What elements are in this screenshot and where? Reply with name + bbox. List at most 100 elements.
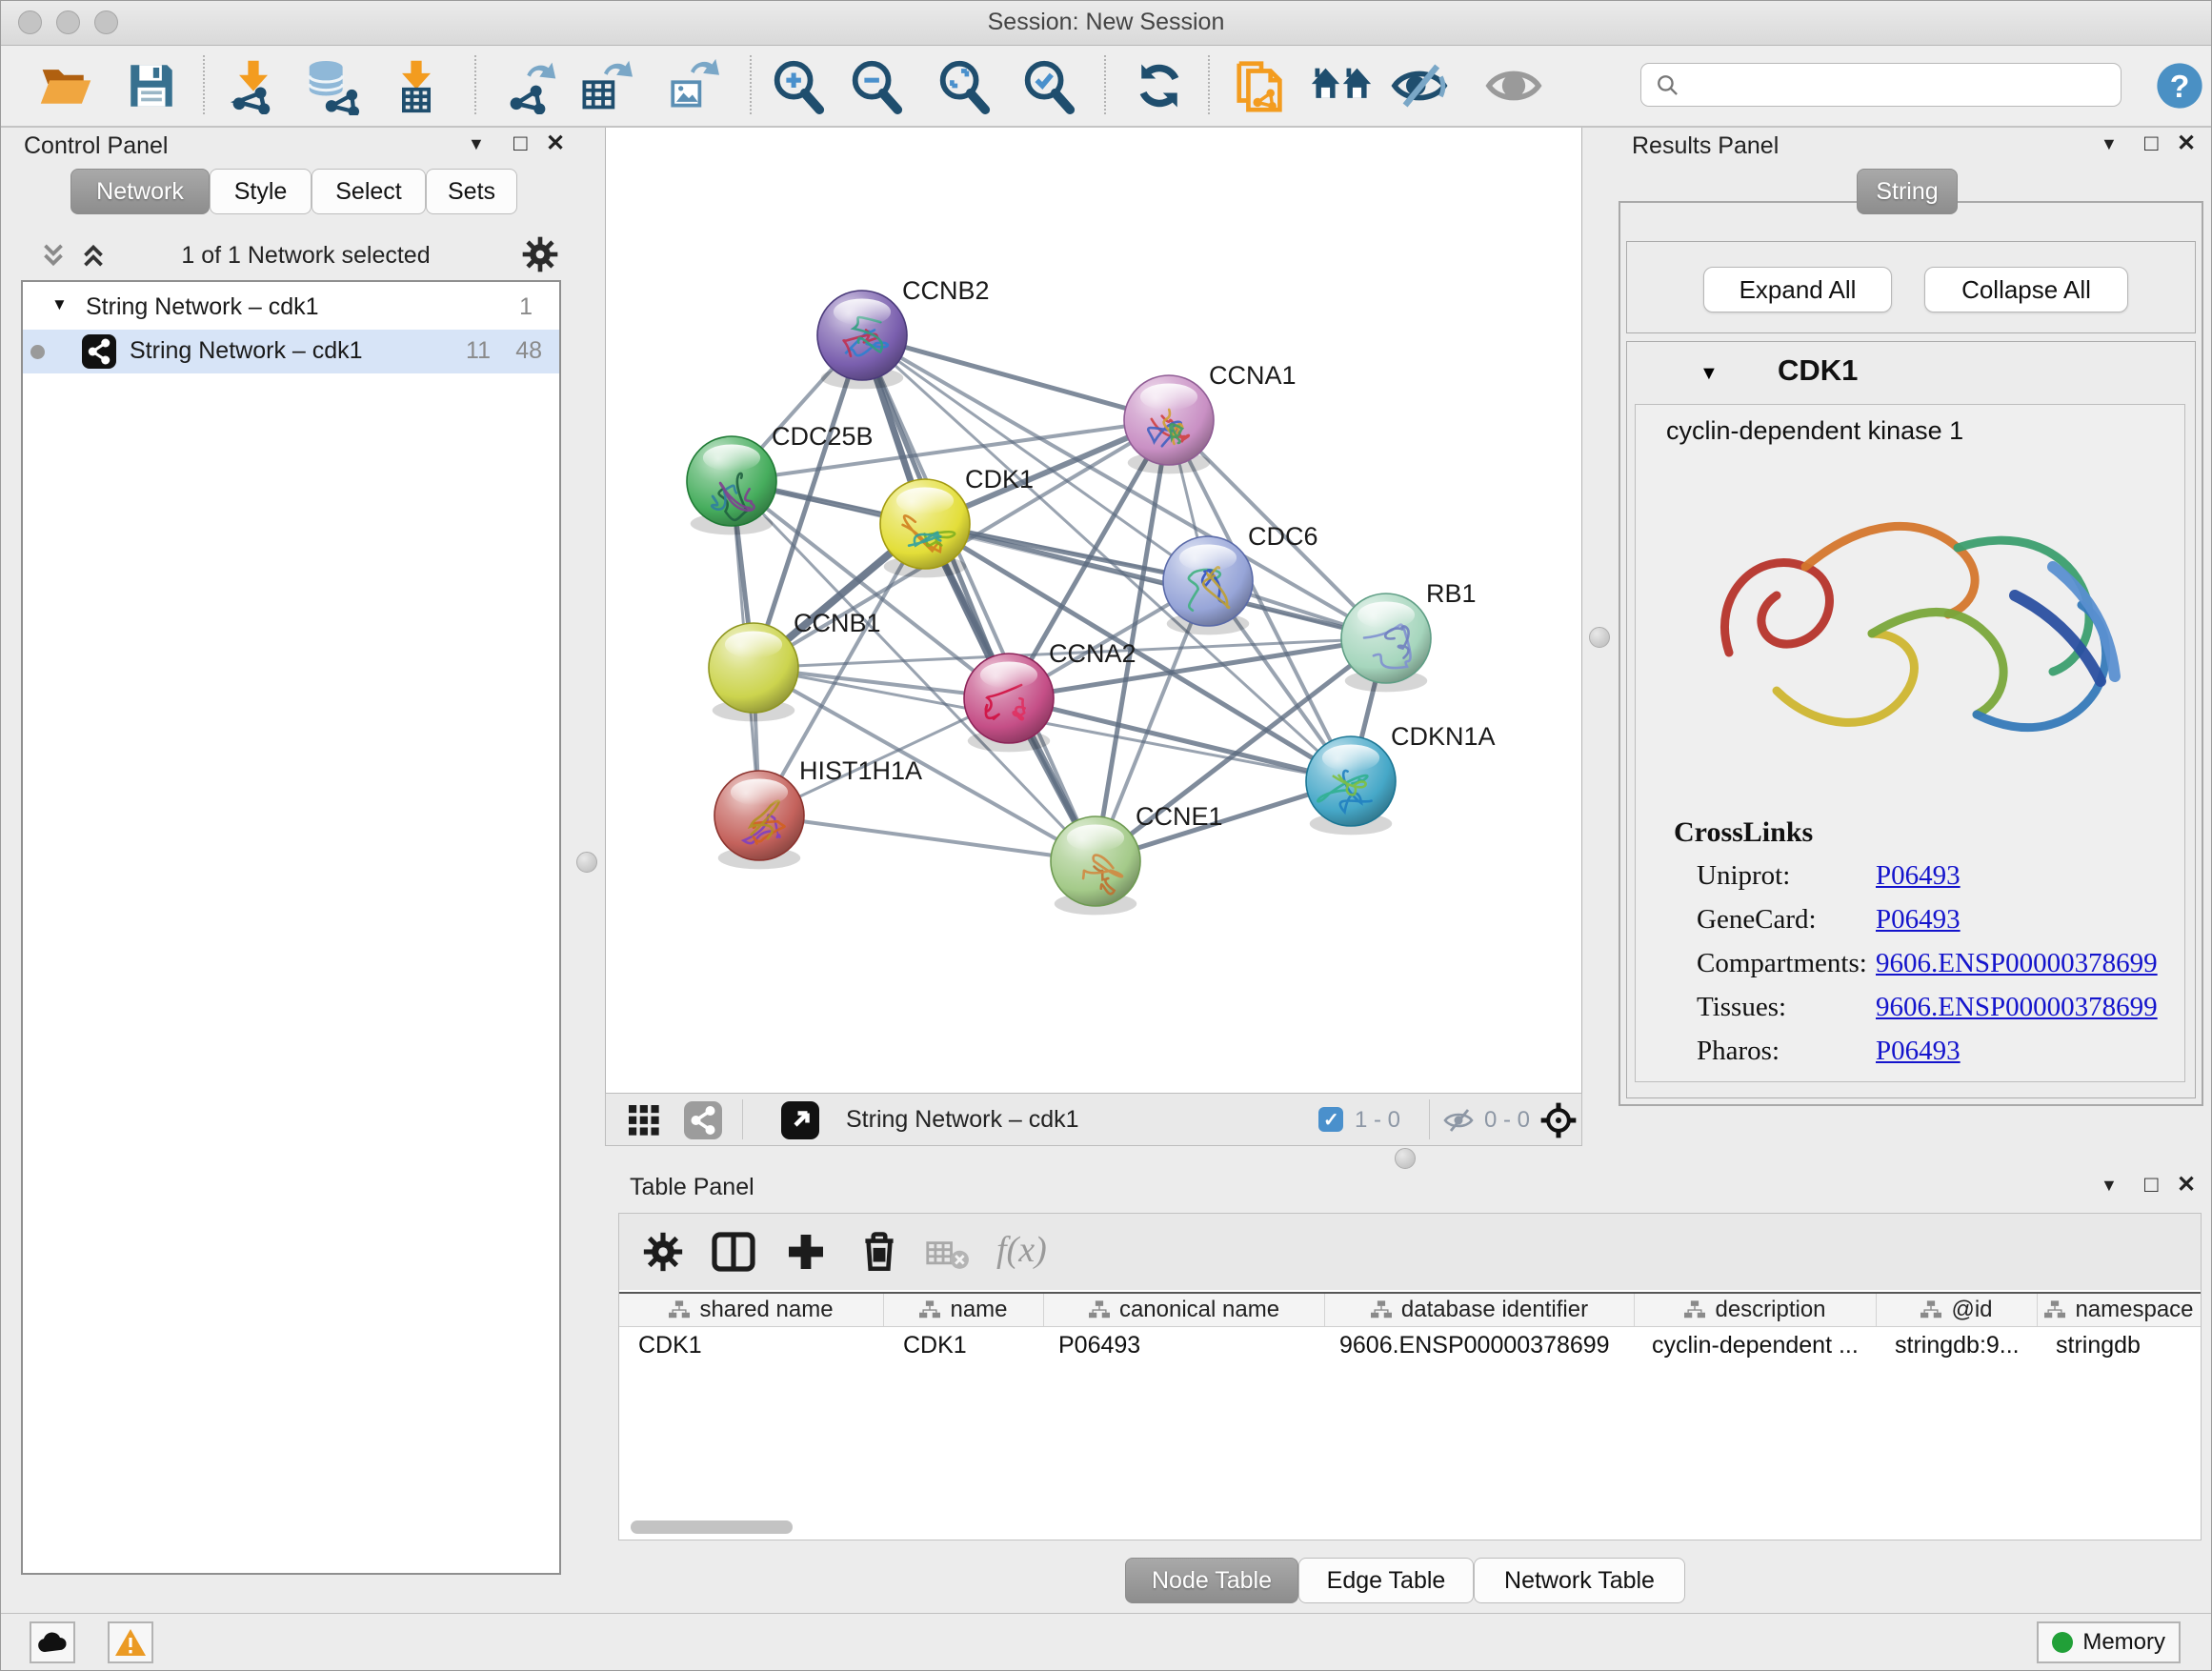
refresh-icon[interactable] [1131,57,1188,114]
collection-label: String Network – cdk1 [86,293,319,321]
memory-status-dot [2052,1632,2073,1653]
panel-close-icon[interactable]: ✕ [2177,1174,2196,1197]
selected-count: 1 - 0 [1355,1107,1400,1134]
panel-float-icon[interactable]: □ [513,132,528,155]
collapse-all-tree-icon[interactable] [37,239,70,276]
panel-float-icon[interactable]: □ [2144,1174,2159,1197]
export-table-icon[interactable] [575,57,633,114]
collapse-all-button[interactable]: Collapse All [1924,267,2128,312]
application-window: Session: New Session [0,0,2212,1671]
search-input[interactable] [1640,63,2122,107]
panel-close-icon[interactable]: ✕ [546,132,565,155]
toolbar-separator [1429,1099,1430,1139]
network-collection-row[interactable]: ▼ String Network – cdk1 1 [23,286,559,330]
gene-collapse-icon[interactable]: ▼ [1699,363,1719,385]
save-session-icon[interactable] [124,58,179,113]
tab-string[interactable]: String [1857,169,1958,214]
open-session-icon[interactable] [37,57,94,114]
show-all-eye-icon[interactable] [1483,59,1544,112]
hidden-eye-icon[interactable] [1442,1107,1475,1138]
zoom-fit-icon[interactable] [934,56,993,115]
selected-checkbox-icon[interactable] [1318,1107,1343,1132]
panel-menu-icon[interactable]: ▼ [468,135,485,152]
add-column-icon[interactable] [783,1229,829,1279]
zoom-out-icon[interactable] [846,56,905,115]
network-canvas[interactable]: CCNB2CCNA1CDC25BCDK1CDC6RB1CCNB1CCNA2CDK… [605,128,1582,1093]
export-image-icon[interactable] [662,57,719,114]
import-network-database-icon[interactable] [302,56,361,115]
tab-style[interactable]: Style [210,169,312,214]
column-header[interactable]: database identifier [1324,1294,1634,1326]
network-status-dot [30,345,45,359]
export-network-icon[interactable] [502,57,559,114]
import-network-file-icon[interactable] [225,57,282,114]
splitter-handle[interactable] [1395,1148,1416,1169]
svg-text:CDC25B: CDC25B [772,422,874,451]
table-gear-icon[interactable] [642,1231,684,1278]
cell-description: cyclin-dependent ... [1652,1332,1859,1359]
status-bar: Memory [1,1613,2211,1671]
panel-float-icon[interactable]: □ [2144,132,2159,155]
crosslink-link[interactable]: 9606.ENSP00000378699 [1876,992,2158,1023]
network-view-title: String Network – cdk1 [846,1106,1079,1134]
fit-content-crosshair-icon[interactable] [1539,1101,1578,1144]
zoom-selected-icon[interactable] [1018,56,1077,115]
network-graph[interactable]: CCNB2CCNA1CDC25BCDK1CDC6RB1CCNB1CCNA2CDK… [606,128,1583,1093]
crosslink-link[interactable]: P06493 [1876,904,1961,936]
network-options-gear-icon[interactable] [521,235,559,278]
expand-all-tree-icon[interactable] [77,239,110,276]
column-header[interactable]: canonical name [1043,1294,1324,1326]
tab-network-table[interactable]: Network Table [1474,1558,1685,1603]
expand-all-button[interactable]: Expand All [1703,267,1892,312]
svg-text:?: ? [2170,69,2190,105]
panel-menu-icon[interactable]: ▼ [2101,135,2118,152]
crosslink-link[interactable]: P06493 [1876,860,1961,892]
column-header[interactable]: shared name [619,1294,883,1326]
clone-network-icon[interactable] [1232,56,1291,115]
delete-table-icon[interactable] [926,1238,970,1276]
string-view-icon[interactable] [684,1101,722,1139]
delete-column-icon[interactable] [855,1227,903,1279]
panel-menu-icon[interactable]: ▼ [2101,1177,2118,1194]
splitter-handle[interactable] [576,852,597,873]
results-panel-title: Results Panel [1632,132,1779,160]
tab-sets[interactable]: Sets [426,169,517,214]
hidden-count: 0 - 0 [1484,1107,1530,1134]
help-icon[interactable]: ? [2154,60,2205,111]
crosslink-label: Uniprot: [1697,860,1790,892]
network-row[interactable]: String Network – cdk1 11 48 [23,330,559,373]
splitter-handle[interactable] [1589,627,1610,648]
warning-button[interactable] [108,1621,153,1663]
string-homes-icon[interactable] [1310,59,1373,112]
column-header[interactable]: name [883,1294,1043,1326]
zoom-in-icon[interactable] [768,56,827,115]
crosslink-link[interactable]: P06493 [1876,1036,1961,1067]
hide-selected-eye-icon[interactable] [1389,59,1450,112]
horizontal-scrollbar[interactable] [631,1520,793,1534]
toolbar-separator [474,55,476,114]
column-header[interactable]: @id [1876,1294,2037,1326]
birdseye-view-icon[interactable] [781,1101,819,1139]
tab-select[interactable]: Select [312,169,426,214]
tab-edge-table[interactable]: Edge Table [1298,1558,1474,1603]
crosslink-link[interactable]: 9606.ENSP00000378699 [1876,948,2158,979]
column-header[interactable]: description [1634,1294,1876,1326]
search-icon [1656,73,1680,103]
collection-expand-icon[interactable]: ▼ [51,295,68,314]
memory-button[interactable]: Memory [2037,1621,2181,1663]
show-columns-icon[interactable] [711,1229,756,1279]
cell-namespace: stringdb [2056,1332,2141,1359]
network-label: String Network – cdk1 [130,337,363,365]
import-table-file-icon[interactable] [388,57,445,114]
memory-label: Memory [2082,1629,2165,1656]
panel-close-icon[interactable]: ✕ [2177,132,2196,155]
column-header[interactable]: namespace [2037,1294,2201,1326]
cloud-button[interactable] [30,1621,75,1663]
tab-network[interactable]: Network [70,169,210,214]
toolbar-separator [750,55,752,114]
svg-text:RB1: RB1 [1426,579,1477,608]
grid-view-icon[interactable] [629,1105,659,1140]
function-builder-icon[interactable]: f(x) [996,1229,1047,1271]
main-toolbar: ? [1,46,2211,128]
tab-node-table[interactable]: Node Table [1125,1558,1298,1603]
